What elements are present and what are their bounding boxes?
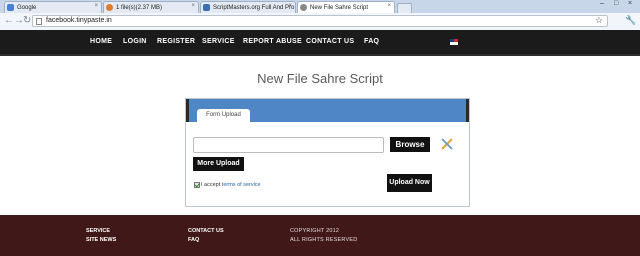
site-footer: SERVICE SITE NEWS CONTACT US FAQ COPYRIG… <box>0 215 640 256</box>
browser-tab-google[interactable]: Google × <box>4 1 102 13</box>
address-bar[interactable]: facebook.tinypaste.in ☆ <box>32 15 608 27</box>
page-title: New File Sahre Script <box>257 71 383 86</box>
footer-link-service[interactable]: SERVICE <box>86 228 110 234</box>
minimize-icon[interactable]: – <box>600 0 604 7</box>
nav-login[interactable]: LOGIN <box>123 38 147 45</box>
accept-terms-checkbox[interactable] <box>194 182 200 188</box>
tab-label: New File Sahre Script <box>310 4 369 11</box>
back-arrow-icon[interactable]: ← <box>4 15 14 27</box>
us-flag-icon[interactable] <box>450 39 458 45</box>
globe-favicon-icon <box>300 4 307 11</box>
close-tab-icon[interactable]: × <box>288 3 292 9</box>
panel-header: Form Upload <box>186 99 469 122</box>
nav-service[interactable]: SERVICE <box>202 38 235 45</box>
terms-of-service-link[interactable]: terms of service <box>222 182 261 188</box>
tab-label: Google <box>17 4 37 11</box>
footer-link-contact-us[interactable]: CONTACT US <box>188 228 224 234</box>
maximize-icon[interactable]: □ <box>614 0 618 7</box>
url-text[interactable]: facebook.tinypaste.in <box>46 17 112 24</box>
nav-register[interactable]: REGISTER <box>157 38 195 45</box>
wrench-menu-icon[interactable]: 🔧 <box>625 15 636 26</box>
site-navigation: HOME LOGIN REGISTER SERVICE REPORT ABUSE… <box>0 30 640 56</box>
page-favicon-icon <box>203 4 210 11</box>
nav-faq[interactable]: FAQ <box>364 38 379 45</box>
nav-report-abuse[interactable]: REPORT ABUSE <box>243 38 302 45</box>
browser-tab-strip: Google × 1 file(s)(2.37 MB) × ScriptMast… <box>0 0 640 14</box>
bookmark-star-icon[interactable]: ☆ <box>595 15 603 26</box>
browser-toolbar: ← → ↻ facebook.tinypaste.in ☆ <box>0 13 640 31</box>
upload-now-button[interactable]: Upload Now <box>387 174 432 192</box>
loading-favicon-icon <box>106 4 113 11</box>
google-favicon-icon <box>7 4 14 11</box>
nav-contact-us[interactable]: CONTACT US <box>306 38 354 45</box>
accept-terms-label: I accept terms of service <box>201 182 261 188</box>
close-tab-icon[interactable]: × <box>191 3 195 9</box>
tab-label: 1 file(s)(2.37 MB) <box>116 4 163 11</box>
upload-panel: Form Upload Browse More Upload I accept … <box>185 98 470 207</box>
browser-tab-scriptmasters[interactable]: ScriptMasters.org Full And Pro × <box>200 1 296 13</box>
page-icon <box>36 18 42 25</box>
close-tab-icon[interactable]: × <box>94 3 98 9</box>
tab-form-upload[interactable]: Form Upload <box>197 109 250 122</box>
reload-icon[interactable]: ↻ <box>23 15 31 27</box>
copyright-text: COPYRIGHT 2012 <box>290 228 340 234</box>
close-tab-icon[interactable]: × <box>387 3 391 9</box>
tab-label: ScriptMasters.org Full And Pro <box>213 4 295 11</box>
accept-text: I accept <box>201 182 221 188</box>
remove-file-icon[interactable] <box>440 137 454 151</box>
footer-link-site-news[interactable]: SITE NEWS <box>86 237 116 243</box>
close-window-icon[interactable]: × <box>628 0 632 7</box>
browser-tab-active[interactable]: New File Sahre Script × <box>297 1 395 13</box>
file-path-input[interactable] <box>193 137 384 153</box>
nav-home[interactable]: HOME <box>90 38 112 45</box>
browser-tab-file[interactable]: 1 file(s)(2.37 MB) × <box>103 1 199 13</box>
rights-text: ALL RIGHTS RESERVED <box>290 237 358 243</box>
more-upload-button[interactable]: More Upload <box>193 157 244 171</box>
footer-link-faq[interactable]: FAQ <box>188 237 199 243</box>
browse-button[interactable]: Browse <box>390 137 430 152</box>
